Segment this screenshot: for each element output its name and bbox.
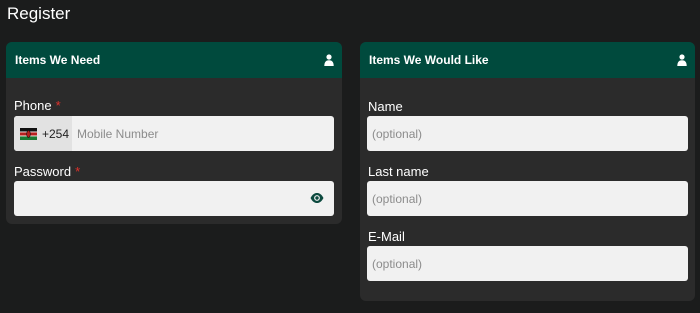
kenya-flag-icon bbox=[20, 127, 37, 140]
items-we-would-like-card: Items We Would Like Name (optional) Last… bbox=[360, 42, 695, 301]
card-title: Items We Need bbox=[15, 53, 101, 67]
phone-label-text: Phone bbox=[14, 98, 52, 113]
phone-placeholder: Mobile Number bbox=[77, 126, 159, 141]
last-name-input[interactable]: (optional) bbox=[367, 181, 688, 216]
phone-label: Phone * bbox=[14, 98, 61, 113]
phone-field[interactable]: +254 Mobile Number bbox=[14, 116, 334, 151]
page-title: Register bbox=[7, 4, 71, 23]
user-icon bbox=[324, 54, 334, 66]
email-label: E-Mail bbox=[368, 229, 405, 244]
last-name-placeholder: (optional) bbox=[372, 191, 423, 206]
last-name-label: Last name bbox=[368, 164, 429, 179]
password-label: Password * bbox=[14, 164, 80, 179]
items-we-need-card: Items We Need Phone * +254 Mobile Number … bbox=[6, 42, 342, 224]
email-input[interactable]: (optional) bbox=[367, 246, 688, 281]
eye-icon[interactable] bbox=[310, 192, 324, 204]
password-label-text: Password bbox=[14, 164, 72, 179]
name-label: Name bbox=[368, 99, 403, 114]
card-header: Items We Would Like bbox=[360, 42, 695, 78]
country-code-selector[interactable]: +254 bbox=[14, 116, 72, 151]
password-field[interactable] bbox=[14, 181, 334, 216]
name-placeholder: (optional) bbox=[372, 126, 423, 141]
name-input[interactable]: (optional) bbox=[367, 116, 688, 151]
email-placeholder: (optional) bbox=[372, 256, 423, 271]
user-icon bbox=[677, 54, 687, 66]
required-mark: * bbox=[75, 164, 81, 179]
required-mark: * bbox=[55, 98, 61, 113]
dial-code: +254 bbox=[42, 126, 70, 141]
card-title: Items We Would Like bbox=[369, 53, 489, 67]
card-header: Items We Need bbox=[6, 42, 342, 78]
